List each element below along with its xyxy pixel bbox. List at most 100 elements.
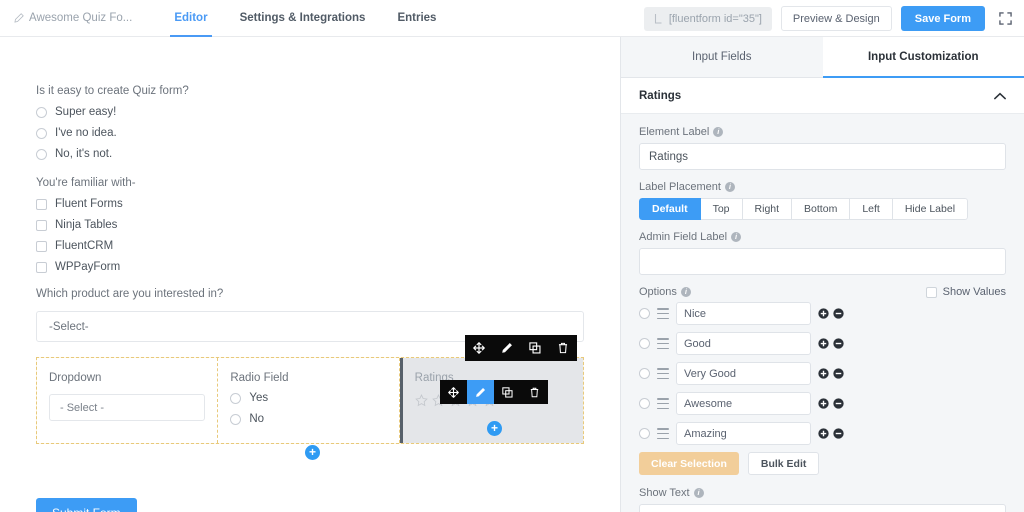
- remove-option-icon[interactable]: [833, 338, 844, 349]
- add-field-button[interactable]: +: [487, 421, 502, 436]
- add-option-icon[interactable]: [818, 428, 829, 439]
- remove-option-icon[interactable]: [833, 368, 844, 379]
- q2-option-row[interactable]: Ninja Tables: [36, 219, 136, 231]
- drag-handle-icon[interactable]: [657, 428, 669, 439]
- star-icon[interactable]: [414, 394, 428, 407]
- show-text-select[interactable]: No: [639, 504, 1006, 512]
- checkbox-icon[interactable]: [36, 240, 47, 252]
- radio-icon[interactable]: [36, 127, 47, 139]
- option-default-radio[interactable]: [639, 338, 650, 349]
- radio-icon[interactable]: [230, 392, 242, 404]
- option-input[interactable]: [676, 332, 811, 355]
- drag-handle-icon[interactable]: [657, 368, 669, 379]
- chevron-up-icon[interactable]: [994, 92, 1006, 100]
- option-input[interactable]: [676, 422, 811, 445]
- admin-field-label-text: Admin Field Label: [639, 231, 728, 243]
- add-option-icon[interactable]: [818, 368, 829, 379]
- placement-right-label: Right: [754, 203, 780, 215]
- form-name[interactable]: Awesome Quiz Fo...: [14, 12, 132, 24]
- remove-option-icon[interactable]: [833, 428, 844, 439]
- row-delete-icon[interactable]: [549, 335, 577, 361]
- form-name-text: Awesome Quiz Fo...: [29, 12, 133, 24]
- submit-form-button[interactable]: Submit Form: [36, 498, 137, 512]
- option-default-radio[interactable]: [639, 368, 650, 379]
- q2-option-row[interactable]: WPPayForm: [36, 261, 136, 273]
- placement-bottom[interactable]: Bottom: [792, 198, 851, 220]
- column-radio-option-label: No: [249, 413, 265, 425]
- drag-handle-icon[interactable]: [657, 308, 669, 319]
- field-edit-icon[interactable]: [467, 380, 494, 404]
- tab-editor[interactable]: Editor: [158, 0, 223, 37]
- option-default-radio[interactable]: [639, 398, 650, 409]
- tab-entries[interactable]: Entries: [381, 0, 452, 37]
- element-label-caption: Element Label i: [639, 126, 1006, 138]
- row-duplicate-icon[interactable]: [521, 335, 549, 361]
- panel-body: Element Label i Label Placement i Defaul…: [621, 114, 1024, 512]
- radio-icon[interactable]: [36, 148, 47, 160]
- add-option-icon[interactable]: [818, 398, 829, 409]
- q1-option-row[interactable]: No, it's not.: [36, 148, 189, 160]
- option-default-radio[interactable]: [639, 428, 650, 439]
- radio-icon[interactable]: [36, 106, 47, 118]
- drag-handle-icon[interactable]: [657, 398, 669, 409]
- q2-option-row[interactable]: FluentCRM: [36, 240, 136, 252]
- field-duplicate-icon[interactable]: [494, 380, 521, 404]
- row-edit-icon[interactable]: [493, 335, 521, 361]
- info-icon[interactable]: i: [731, 232, 742, 242]
- info-icon[interactable]: i: [724, 182, 735, 192]
- option-input[interactable]: [676, 302, 811, 325]
- preview-design-button[interactable]: Preview & Design: [780, 6, 892, 31]
- q1-option-row[interactable]: I've no idea.: [36, 127, 189, 139]
- option-input[interactable]: [676, 362, 811, 385]
- placement-right[interactable]: Right: [742, 198, 793, 220]
- element-label-input[interactable]: [639, 143, 1006, 170]
- placement-top[interactable]: Top: [700, 198, 743, 220]
- tab-input-customization[interactable]: Input Customization: [822, 37, 1024, 78]
- placement-default[interactable]: Default: [639, 198, 701, 220]
- clear-selection-button[interactable]: Clear Selection: [639, 452, 739, 475]
- checkbox-icon[interactable]: [36, 261, 47, 273]
- column-dropdown-select[interactable]: - Select -: [49, 394, 206, 421]
- placement-hide-label[interactable]: Hide Label: [892, 198, 969, 220]
- show-values-label: Show Values: [942, 286, 1006, 298]
- panel-section-header[interactable]: Ratings: [621, 78, 1024, 114]
- placement-bottom-label: Bottom: [804, 203, 838, 215]
- column-radio-option[interactable]: No: [230, 413, 386, 425]
- column-radio-option[interactable]: Yes: [230, 392, 386, 404]
- add-row-button[interactable]: +: [305, 445, 320, 460]
- fullscreen-icon[interactable]: [994, 8, 1016, 30]
- add-option-icon[interactable]: [818, 308, 829, 319]
- option-input[interactable]: [676, 392, 811, 415]
- label-placement-segmented: Default Top Right Bottom Left Hide Label: [639, 198, 969, 220]
- field-delete-icon[interactable]: [521, 380, 548, 404]
- bulk-edit-button[interactable]: Bulk Edit: [747, 452, 820, 475]
- info-icon[interactable]: i: [693, 488, 704, 498]
- option-actions: [818, 338, 844, 349]
- show-values-toggle[interactable]: Show Values: [925, 286, 1006, 298]
- add-option-icon[interactable]: [818, 338, 829, 349]
- tab-entries-label: Entries: [397, 12, 437, 24]
- checkbox-icon[interactable]: [36, 198, 47, 210]
- checkbox-icon[interactable]: [36, 219, 47, 231]
- radio-icon[interactable]: [230, 413, 242, 425]
- show-values-checkbox[interactable]: [925, 286, 937, 298]
- option-default-radio[interactable]: [639, 308, 650, 319]
- remove-option-icon[interactable]: [833, 308, 844, 319]
- drag-handle-icon[interactable]: [657, 338, 669, 349]
- column-dropdown[interactable]: Dropdown - Select -: [37, 358, 219, 443]
- tab-settings-integrations[interactable]: Settings & Integrations: [224, 0, 382, 37]
- row-move-icon[interactable]: [465, 335, 493, 361]
- save-form-button[interactable]: Save Form: [900, 6, 985, 31]
- tab-input-fields[interactable]: Input Fields: [621, 37, 823, 78]
- top-bar-left: Awesome Quiz Fo... Editor Settings & Int…: [0, 0, 452, 37]
- q2-option-row[interactable]: Fluent Forms: [36, 198, 136, 210]
- q1-option-row[interactable]: Super easy!: [36, 106, 189, 118]
- shortcode-field[interactable]: [fluentform id="35"]: [643, 6, 772, 31]
- info-icon[interactable]: i: [713, 127, 724, 137]
- field-move-icon[interactable]: [440, 380, 467, 404]
- admin-field-label-input[interactable]: [639, 248, 1006, 275]
- placement-left[interactable]: Left: [850, 198, 893, 220]
- remove-option-icon[interactable]: [833, 398, 844, 409]
- info-icon[interactable]: i: [680, 287, 691, 297]
- column-radio-field[interactable]: Radio Field Yes No: [218, 358, 400, 443]
